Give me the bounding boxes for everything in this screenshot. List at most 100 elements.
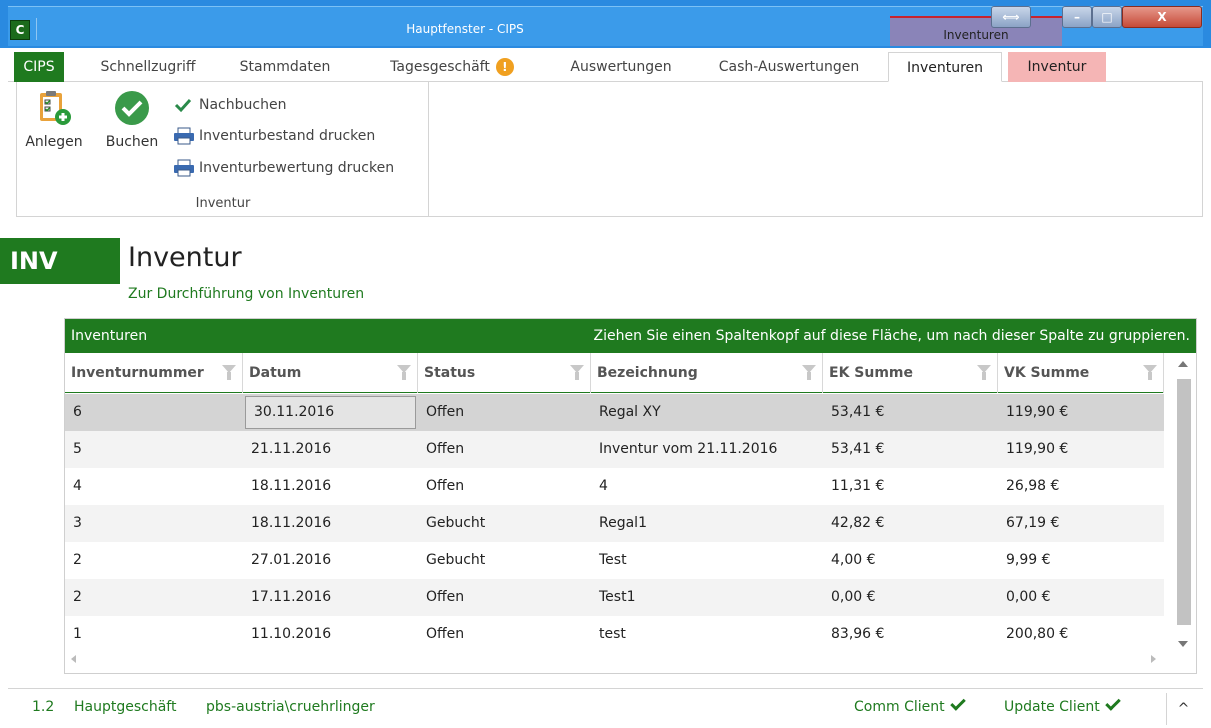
title-bar: C Hauptfenster - CIPS Inventuren ⟺ – □ X [0,0,1211,48]
column-header-datum[interactable]: Datum [243,353,418,393]
inventurbestand-drucken-button[interactable]: Inventurbestand drucken [173,123,375,149]
cell-status: Offen [426,404,465,420]
scroll-right-icon[interactable] [1151,655,1156,663]
checkmark-icon [1104,695,1121,711]
cell-ek-summe: 83,96 € [831,626,885,642]
checkmark-icon [173,96,195,114]
column-header-ek-summe[interactable]: EK Summe [823,353,998,393]
table-row[interactable]: 5 21.11.2016 Offen Inventur vom 21.11.20… [65,431,1164,468]
cell-vk-summe: 119,90 € [1006,441,1069,457]
tab-schnellzugriff[interactable]: Schnellzugriff [88,52,208,82]
cell-datum: 18.11.2016 [251,515,332,531]
inventurbewertung-drucken-button[interactable]: Inventurbewertung drucken [173,155,394,181]
column-label: EK Summe [829,365,914,381]
column-headers: Inventurnummer Datum Status Bezeichnung … [65,353,1164,393]
cell-status: Offen [426,626,465,642]
comm-client-label: Comm Client [854,699,945,715]
filter-icon[interactable] [802,365,816,380]
scroll-down-icon[interactable] [1178,641,1188,647]
cell-ek-summe: 53,41 € [831,404,885,420]
inventurbewertung-drucken-label: Inventurbewertung drucken [199,160,395,176]
ribbon-group-label: Inventur [195,196,251,211]
cell-ek-summe: 42,82 € [831,515,885,531]
column-header-vk-summe[interactable]: VK Summe [998,353,1164,393]
ribbon: Anlegen Buchen Nachbuchen Inventurbestan… [16,82,1203,217]
cell-bezeichnung: Inventur vom 21.11.2016 [599,441,778,457]
cell-vk-summe: 200,80 € [1006,626,1069,642]
tab-tagesgeschaeft[interactable]: Tagesgeschäft! [372,52,532,82]
anlegen-button[interactable]: Anlegen [23,88,85,150]
vertical-scrollbar[interactable] [1173,357,1195,657]
resize-button[interactable]: ⟺ [991,6,1031,28]
cell-datum[interactable]: 30.11.2016 [245,396,416,429]
grid-title: Inventuren [71,328,148,344]
scroll-left-icon[interactable] [71,655,76,663]
cell-status: Gebucht [426,515,486,531]
nachbuchen-button[interactable]: Nachbuchen [173,92,286,118]
tab-cips[interactable]: CIPS [14,52,64,82]
column-label: Status [424,365,476,381]
cell-bezeichnung: Test [599,552,627,568]
table-row[interactable]: 3 18.11.2016 Gebucht Regal1 42,82 € 67,1… [65,505,1164,542]
filter-icon[interactable] [570,365,584,380]
table-row[interactable]: 1 11.10.2016 Offen test 83,96 € 200,80 € [65,616,1164,649]
cell-bezeichnung: Regal XY [599,404,661,420]
column-label: Inventurnummer [71,365,204,381]
minimize-button[interactable]: – [1062,6,1092,28]
cell-datum: 27.01.2016 [251,552,332,568]
tab-stammdaten[interactable]: Stammdaten [230,52,340,82]
cell-datum: 17.11.2016 [251,589,332,605]
cell-bezeichnung: Regal1 [599,515,647,531]
maximize-button[interactable]: □ [1092,6,1122,28]
table-row[interactable]: 2 17.11.2016 Offen Test1 0,00 € 0,00 € [65,579,1164,616]
column-label: VK Summe [1004,365,1090,381]
grid-rows: 6 30.11.2016 Offen Regal XY 53,41 € 119,… [65,394,1164,649]
column-label: Datum [249,365,302,381]
filter-icon[interactable] [1143,365,1157,380]
warning-icon: ! [495,58,514,76]
version-label: 1.2 [32,699,55,715]
printer-icon [173,127,195,145]
cell-vk-summe: 9,99 € [1006,552,1051,568]
cell-datum: 18.11.2016 [251,478,332,494]
cell-vk-summe: 67,19 € [1006,515,1060,531]
company-label[interactable]: Hauptgeschäft [74,699,176,715]
tab-tagesgeschaeft-label: Tagesgeschäft [390,59,490,75]
collapse-button[interactable]: ^ [1166,693,1200,725]
update-client-status[interactable]: Update Client [1004,695,1121,715]
cell-inventurnummer: 6 [73,404,82,420]
scroll-up-icon[interactable] [1178,361,1188,367]
group-hint: Ziehen Sie einen Spaltenkopf auf diese F… [593,328,1190,344]
tab-inventur[interactable]: Inventur [1008,52,1106,82]
filter-icon[interactable] [977,365,991,380]
grid-group-panel[interactable]: Inventuren Ziehen Sie einen Spaltenkopf … [65,319,1196,353]
user-label: pbs-austria\cruehrlinger [206,699,375,715]
ribbon-group-inventur: Anlegen Buchen Nachbuchen Inventurbestan… [17,82,429,216]
tab-inventuren[interactable]: Inventuren [888,52,1002,82]
tab-auswertungen[interactable]: Auswertungen [556,52,686,82]
page-title: Inventur [128,242,242,273]
scroll-thumb[interactable] [1177,379,1191,625]
comm-client-status[interactable]: Comm Client [854,695,966,715]
close-button[interactable]: X [1122,6,1202,28]
cell-ek-summe: 4,00 € [831,552,876,568]
cell-bezeichnung: test [599,626,626,642]
column-label: Bezeichnung [597,365,698,381]
filter-icon[interactable] [397,365,411,380]
update-client-label: Update Client [1004,699,1100,715]
table-row[interactable]: 6 30.11.2016 Offen Regal XY 53,41 € 119,… [65,394,1164,431]
cell-ek-summe: 11,31 € [831,478,885,494]
column-header-status[interactable]: Status [418,353,591,393]
page-subtitle: Zur Durchführung von Inventuren [128,286,365,302]
anlegen-label: Anlegen [25,134,83,150]
column-header-bezeichnung[interactable]: Bezeichnung [591,353,823,393]
column-header-inventurnummer[interactable]: Inventurnummer [65,353,243,393]
cell-inventurnummer: 5 [73,441,82,457]
buchen-button[interactable]: Buchen [99,88,165,150]
tab-cash-auswertungen[interactable]: Cash-Auswertungen [702,52,876,82]
horizontal-scrollbar[interactable] [65,649,1164,669]
table-row[interactable]: 4 18.11.2016 Offen 4 11,31 € 26,98 € [65,468,1164,505]
filter-icon[interactable] [222,365,236,380]
table-row[interactable]: 2 27.01.2016 Gebucht Test 4,00 € 9,99 € [65,542,1164,579]
inventuren-grid: Inventuren Ziehen Sie einen Spaltenkopf … [64,318,1197,674]
